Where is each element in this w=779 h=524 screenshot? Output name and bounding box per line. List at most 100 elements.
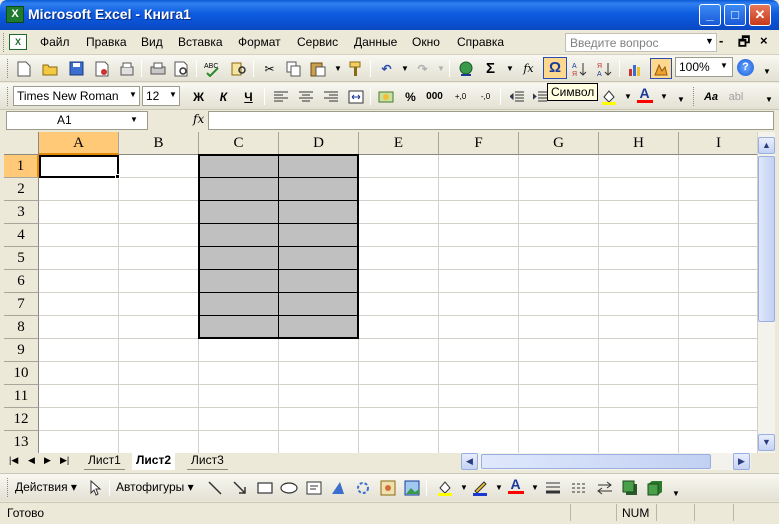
cell-i9[interactable]: [679, 339, 757, 362]
shadow-style-icon[interactable]: [620, 478, 639, 497]
autoshapes-menu[interactable]: Автофигуры ▾: [116, 480, 194, 494]
cell-a5[interactable]: [39, 247, 119, 270]
print-icon[interactable]: [148, 59, 167, 78]
print-preview-icon[interactable]: [172, 59, 191, 78]
cell-f10[interactable]: [439, 362, 519, 385]
column-header-h[interactable]: H: [599, 132, 679, 155]
font-color-dropdown-icon[interactable]: ▼: [660, 87, 668, 106]
column-header-d[interactable]: D: [279, 132, 359, 155]
doc-close-button[interactable]: ×: [760, 33, 768, 48]
spelling-icon[interactable]: ABC: [203, 59, 222, 78]
draw-fill-dropdown-icon[interactable]: ▼: [460, 478, 468, 497]
cell-c2[interactable]: [199, 178, 279, 201]
menu-file[interactable]: Файл: [38, 35, 72, 49]
cell-e8[interactable]: [359, 316, 439, 339]
cell-h6[interactable]: [599, 270, 679, 293]
cell-d10[interactable]: [279, 362, 359, 385]
align-left-icon[interactable]: [271, 87, 290, 106]
hyperlink-icon[interactable]: [456, 59, 475, 78]
doc-restore-button[interactable]: 🗗: [738, 33, 750, 55]
cell-d2[interactable]: [279, 178, 359, 201]
cell-i7[interactable]: [679, 293, 757, 316]
cell-g10[interactable]: [519, 362, 599, 385]
sheet-tab-2[interactable]: Лист2: [132, 452, 176, 470]
cell-e1[interactable]: [359, 155, 439, 178]
close-button[interactable]: ✕: [749, 4, 771, 26]
line-color-dropdown-icon[interactable]: ▼: [495, 478, 503, 497]
cell-e11[interactable]: [359, 385, 439, 408]
cut-icon[interactable]: ✂: [260, 59, 279, 78]
menu-help[interactable]: Справка: [455, 35, 506, 49]
cell-g13[interactable]: [519, 431, 599, 453]
cell-e4[interactable]: [359, 224, 439, 247]
cell-d7[interactable]: [279, 293, 359, 316]
fill-color-dropdown-icon[interactable]: ▼: [624, 87, 632, 106]
cell-b13[interactable]: [119, 431, 199, 453]
formatting-toolbar-grip[interactable]: [7, 87, 10, 106]
cell-h11[interactable]: [599, 385, 679, 408]
menu-grip[interactable]: [3, 33, 6, 52]
decrease-indent-icon[interactable]: [507, 87, 526, 106]
thousands-separator-button[interactable]: 000: [425, 87, 444, 106]
cell-c4[interactable]: [199, 224, 279, 247]
first-sheet-icon[interactable]: |◀: [9, 455, 18, 466]
help-icon[interactable]: ?: [737, 59, 754, 76]
cell-f12[interactable]: [439, 408, 519, 431]
cell-c6[interactable]: [199, 270, 279, 293]
menu-tools[interactable]: Сервис: [295, 35, 340, 49]
select-all-corner[interactable]: [4, 132, 39, 155]
fill-color-icon[interactable]: [599, 87, 618, 106]
redo-dropdown-icon[interactable]: ▼: [437, 59, 445, 78]
diagram-icon[interactable]: [353, 478, 372, 497]
cell-i12[interactable]: [679, 408, 757, 431]
fx-icon[interactable]: fx: [193, 112, 204, 126]
paste-dropdown-icon[interactable]: ▼: [334, 59, 342, 78]
copy-icon[interactable]: [284, 59, 303, 78]
cell-g1[interactable]: [519, 155, 599, 178]
currency-icon[interactable]: [376, 87, 395, 106]
cell-h7[interactable]: [599, 293, 679, 316]
draw-font-color-icon[interactable]: A: [506, 476, 525, 495]
new-icon[interactable]: [14, 59, 33, 78]
cell-h8[interactable]: [599, 316, 679, 339]
fill-handle[interactable]: [115, 174, 120, 179]
name-box[interactable]: A1: [6, 111, 148, 130]
cell-h13[interactable]: [599, 431, 679, 453]
cell-h3[interactable]: [599, 201, 679, 224]
cell-e10[interactable]: [359, 362, 439, 385]
menu-data[interactable]: Данные: [352, 35, 399, 49]
arrow-style-icon[interactable]: [595, 478, 614, 497]
email-icon[interactable]: [117, 59, 136, 78]
toolbar-options-icon[interactable]: ▼: [763, 62, 771, 81]
menu-view[interactable]: Вид: [139, 35, 165, 49]
help-search-input[interactable]: Введите вопрос: [565, 33, 717, 52]
cell-g2[interactable]: [519, 178, 599, 201]
cell-h1[interactable]: [599, 155, 679, 178]
align-right-icon[interactable]: [321, 87, 340, 106]
cell-i5[interactable]: [679, 247, 757, 270]
oval-icon[interactable]: [279, 478, 298, 497]
font-name-select[interactable]: Times New Roman: [13, 86, 140, 106]
cell-h4[interactable]: [599, 224, 679, 247]
research-icon[interactable]: [229, 59, 248, 78]
sheet-tab-1[interactable]: Лист1: [84, 452, 125, 470]
cell-g9[interactable]: [519, 339, 599, 362]
cell-c8[interactable]: [199, 316, 279, 339]
cell-g3[interactable]: [519, 201, 599, 224]
scroll-up-icon[interactable]: ▲: [758, 137, 775, 154]
cell-g12[interactable]: [519, 408, 599, 431]
next-sheet-icon[interactable]: ▶: [44, 455, 51, 466]
reviewing-options-icon[interactable]: ▼: [765, 90, 773, 109]
line-icon[interactable]: [205, 478, 224, 497]
cell-g6[interactable]: [519, 270, 599, 293]
name-box-dropdown-icon[interactable]: ▼: [130, 115, 138, 124]
cell-e2[interactable]: [359, 178, 439, 201]
cell-b7[interactable]: [119, 293, 199, 316]
column-header-c[interactable]: C: [199, 132, 279, 155]
cell-c13[interactable]: [199, 431, 279, 453]
cell-c12[interactable]: [199, 408, 279, 431]
paste-icon[interactable]: [308, 59, 327, 78]
clipart-icon[interactable]: [378, 478, 397, 497]
autosum-dropdown-icon[interactable]: ▼: [506, 59, 514, 78]
doc-minimize-button[interactable]: -: [719, 33, 723, 48]
